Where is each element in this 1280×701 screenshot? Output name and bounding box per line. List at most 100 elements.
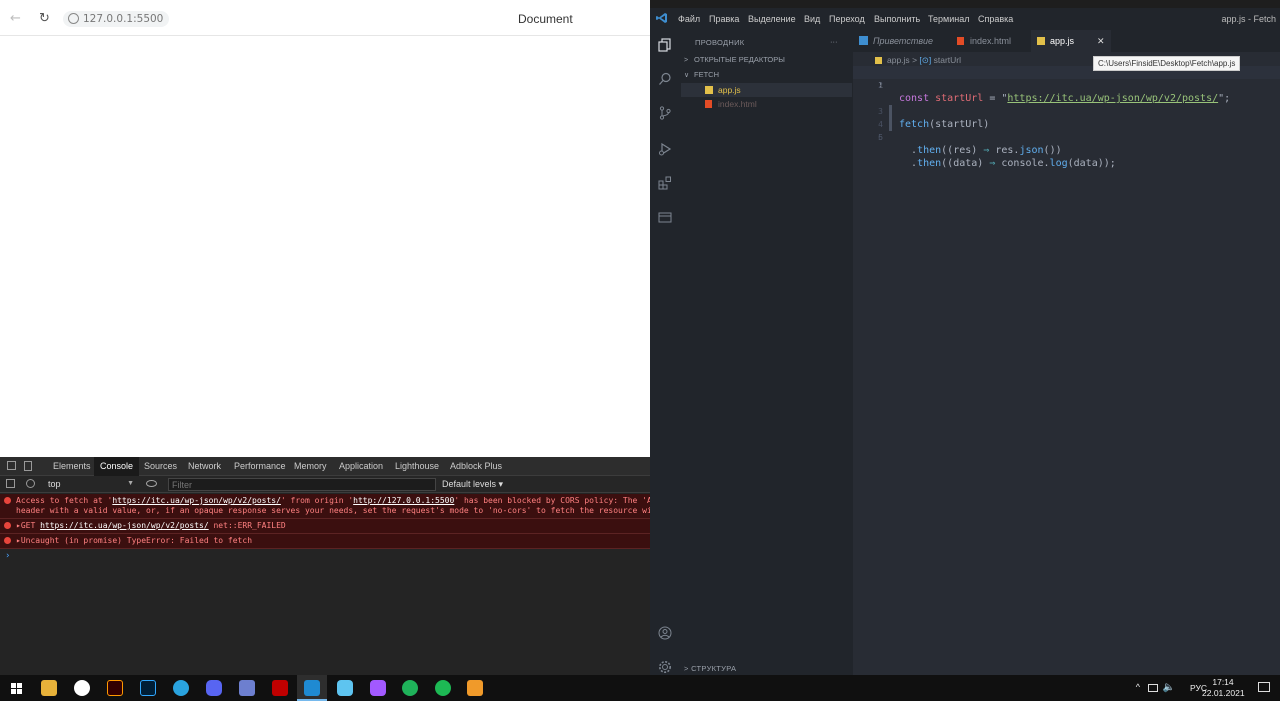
browser-window: ← ↻ 127.0.0.1:5500 Document Elements Con… <box>0 0 650 675</box>
error-link-url[interactable]: https://itc.ua/wp-json/wp/v2/posts/ <box>112 496 281 505</box>
line-number: 6 <box>878 133 883 142</box>
caret-down-icon: ▼ <box>127 480 134 487</box>
back-button[interactable]: ← <box>10 11 21 26</box>
address-url: 127.0.0.1:5500 <box>83 13 164 25</box>
browser-toolbar: ← ↻ 127.0.0.1:5500 Document <box>0 0 650 36</box>
html-file-icon <box>957 37 964 45</box>
breadcrumb-symbol[interactable]: startUrl <box>934 55 961 65</box>
code-line-4: 4 .then((res) ⇒ res.json()) <box>853 105 1280 156</box>
console-error-get[interactable]: ▸GET https://itc.ua/wp-json/wp/v2/posts/… <box>0 519 650 534</box>
console-prompt[interactable]: › <box>0 549 650 561</box>
html-file-icon <box>705 100 712 108</box>
sublime-icon[interactable] <box>467 680 483 696</box>
line-number: 2 <box>878 81 883 90</box>
spotify-icon[interactable] <box>435 680 451 696</box>
page-title: Document <box>518 12 573 26</box>
code-line-6: 6 <box>853 131 1280 144</box>
account-icon[interactable] <box>658 626 672 640</box>
notification-icon[interactable] <box>1258 682 1270 692</box>
breadcrumb: app.js > [⊙] startUrl <box>875 55 961 66</box>
run-debug-icon[interactable] <box>658 142 672 156</box>
remote-app-icon[interactable] <box>239 680 255 696</box>
error-link-url[interactable]: https://itc.ua/wp-json/wp/v2/posts/ <box>40 521 209 530</box>
indent-guide <box>889 118 892 131</box>
reload-button[interactable]: ↻ <box>39 11 50 26</box>
source-control-icon[interactable] <box>658 106 672 120</box>
devtools-tab-elements[interactable]: Elements <box>53 457 91 476</box>
gear-icon[interactable] <box>658 660 672 674</box>
menu-edit[interactable]: Правка <box>709 14 739 24</box>
search-icon[interactable] <box>658 72 672 86</box>
code-editor[interactable]: 1 const startUrl = "https://itc.ua/wp-js… <box>853 66 1280 169</box>
photoshop-icon[interactable] <box>140 680 156 696</box>
folder-section-fetch[interactable]: ∨ FETCH <box>684 68 852 82</box>
code-token: log <box>1049 158 1068 169</box>
console-error-uncaught[interactable]: ▸Uncaught (in promise) TypeError: Failed… <box>0 534 650 549</box>
address-bar[interactable]: 127.0.0.1:5500 <box>63 11 170 27</box>
menu-go[interactable]: Переход <box>829 14 865 24</box>
code-token: ((data) <box>941 158 990 169</box>
open-editors-section[interactable]: > ОТКРЫТЫЕ РЕДАКТОРЫ <box>684 53 852 67</box>
inspect-element-icon[interactable] <box>7 461 16 470</box>
illustrator-icon[interactable] <box>107 680 123 696</box>
telegram-icon[interactable] <box>173 680 189 696</box>
vscode-taskbar-icon[interactable] <box>304 680 320 696</box>
discord-icon[interactable] <box>206 680 222 696</box>
upwork-icon[interactable] <box>402 680 418 696</box>
console-filter-input[interactable] <box>168 478 436 491</box>
clear-console-icon[interactable] <box>26 479 35 488</box>
network-icon[interactable] <box>1148 684 1158 692</box>
extensions-icon[interactable] <box>658 176 672 190</box>
menu-view[interactable]: Вид <box>804 14 820 24</box>
remote-explorer-icon[interactable] <box>658 210 672 224</box>
devtools-tab-network[interactable]: Network <box>188 457 221 476</box>
figma-icon[interactable] <box>370 680 386 696</box>
yandex-browser-icon[interactable] <box>74 680 90 696</box>
devtools-tab-sources[interactable]: Sources <box>144 457 177 476</box>
breadcrumb-file[interactable]: app.js <box>887 55 910 65</box>
tab-app-js[interactable]: app.js ✕ <box>1031 30 1111 52</box>
log-levels-dropdown[interactable]: Default levels ▾ <box>442 476 503 492</box>
menu-run[interactable]: Выполнить <box>874 14 920 24</box>
device-toolbar-icon[interactable] <box>24 461 32 471</box>
app-icon[interactable] <box>337 680 353 696</box>
error-text: ' has been blocked by CORS policy: The '… <box>454 496 650 505</box>
file-item-index-html[interactable]: index.html <box>681 97 852 111</box>
clock-time[interactable]: 17:14 <box>1202 677 1244 687</box>
tray-chevron-icon[interactable]: ^ <box>1136 682 1140 692</box>
filezilla-icon[interactable] <box>272 680 288 696</box>
tab-index-html[interactable]: index.html <box>957 30 1011 52</box>
error-text: net::ERR_FAILED <box>208 521 286 530</box>
devtools-tab-lighthouse[interactable]: Lighthouse <box>395 457 439 476</box>
devtools-tab-performance[interactable]: Performance <box>234 457 286 476</box>
devtools-tab-application[interactable]: Application <box>339 457 383 476</box>
devtools-tab-memory[interactable]: Memory <box>294 457 327 476</box>
vscode-logo-icon <box>859 36 868 45</box>
console-toolbar: top ▼ Default levels ▾ <box>0 476 650 493</box>
close-icon[interactable]: ✕ <box>1097 30 1105 52</box>
error-link-origin[interactable]: http://127.0.0.1:5500 <box>353 496 454 505</box>
menu-terminal[interactable]: Терминал <box>928 14 969 24</box>
vscode-logo-icon <box>656 13 667 23</box>
file-item-app-js[interactable]: app.js <box>681 83 852 97</box>
more-actions-icon[interactable]: ··· <box>830 37 838 46</box>
devtools-tab-adblock[interactable]: Adblock Plus <box>450 457 502 476</box>
sidebar-toggle-icon[interactable] <box>6 479 15 488</box>
error-text: header with a valid value, or, if an opa… <box>16 506 650 515</box>
eye-icon[interactable] <box>146 480 157 487</box>
windows-start-icon[interactable] <box>11 683 22 694</box>
code-token: res. <box>989 145 1020 156</box>
outline-section[interactable]: > СТРУКТУРА <box>684 664 736 673</box>
devtools-panel: Elements Console Sources Network Perform… <box>0 457 650 675</box>
menu-selection[interactable]: Выделение <box>748 14 796 24</box>
devtools-tab-console[interactable]: Console <box>94 457 140 476</box>
editor-tabbar: Приветствие index.html app.js ✕ <box>853 30 1280 52</box>
menu-file[interactable]: Файл <box>678 14 700 24</box>
clock-date[interactable]: 22.01.2021 <box>1202 688 1245 698</box>
tab-welcome[interactable]: Приветствие <box>859 30 933 52</box>
menu-help[interactable]: Справка <box>978 14 1013 24</box>
volume-icon[interactable]: 🔈 <box>1163 682 1175 693</box>
explorer-icon[interactable] <box>658 38 672 52</box>
file-explorer-icon[interactable] <box>41 680 57 696</box>
context-select[interactable]: top ▼ <box>46 476 136 492</box>
